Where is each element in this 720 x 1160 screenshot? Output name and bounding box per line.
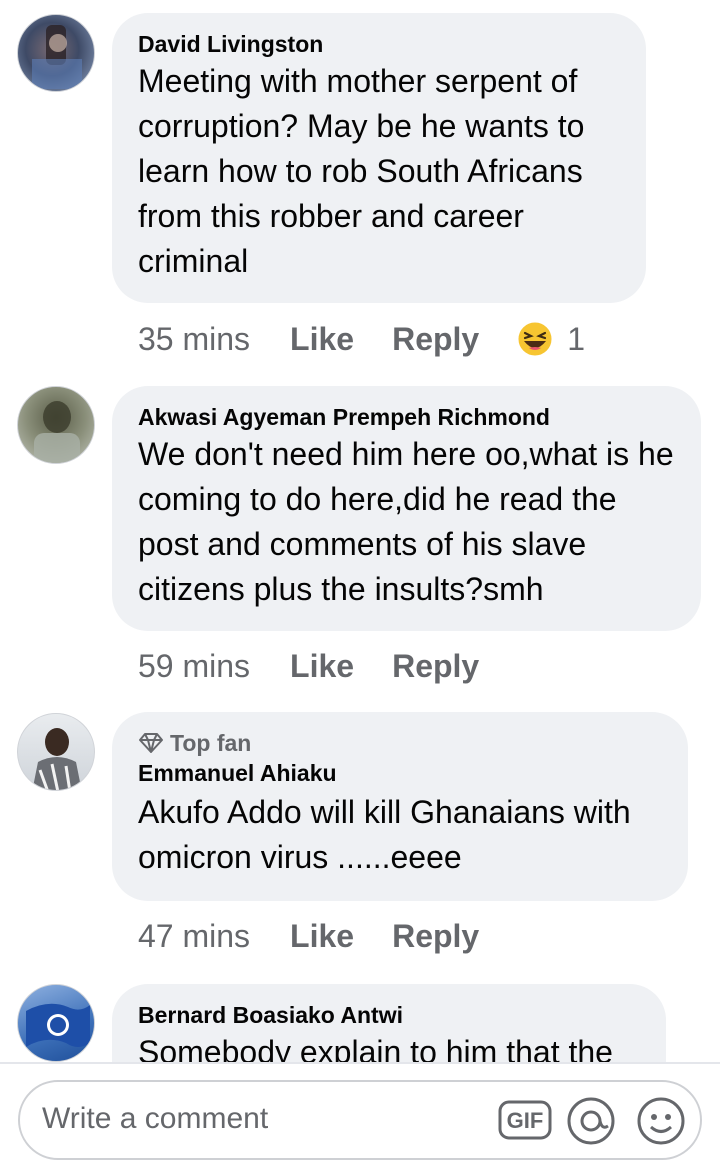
comment-actions: 35 mins Like Reply 1 — [138, 317, 585, 361]
avatar-photo-icon — [34, 401, 80, 463]
sticker-icon[interactable] — [566, 1096, 616, 1151]
svg-text:GIF: GIF — [507, 1108, 544, 1133]
avatar[interactable] — [17, 386, 95, 464]
comment-bubble: Top fan Emmanuel Ahiaku Akufo Addo will … — [112, 712, 688, 901]
comment-actions: 59 mins Like Reply — [138, 644, 517, 688]
like-button[interactable]: Like — [290, 321, 354, 358]
commenter-name[interactable]: David Livingston — [138, 29, 620, 59]
divider — [0, 1062, 720, 1064]
commenter-name[interactable]: Emmanuel Ahiaku — [138, 758, 662, 788]
like-button[interactable]: Like — [290, 648, 354, 685]
avatar-photo-icon — [32, 25, 82, 89]
comment-actions: 47 mins Like Reply — [138, 914, 517, 958]
commenter-name[interactable]: Bernard Boasiako Antwi — [138, 1000, 640, 1030]
reply-button[interactable]: Reply — [392, 918, 479, 955]
avatar-photo-icon — [32, 728, 82, 790]
avatar[interactable] — [17, 14, 95, 92]
comment-text: Meeting with mother serpent of corruptio… — [138, 63, 585, 279]
comment-text: We don't need him here oo,what is he com… — [138, 436, 674, 607]
comment-input[interactable]: Write a comment GIF — [18, 1080, 702, 1160]
diamond-icon — [139, 733, 163, 753]
comment-bubble: Akwasi Agyeman Prempeh Richmond We don't… — [112, 386, 701, 631]
flag-avatar-icon — [26, 1003, 90, 1047]
reply-button[interactable]: Reply — [392, 648, 479, 685]
emoji-icon[interactable] — [636, 1096, 686, 1151]
reaction-summary[interactable]: 1 — [517, 321, 585, 358]
timestamp[interactable]: 35 mins — [138, 321, 250, 358]
avatar[interactable] — [17, 713, 95, 791]
timestamp[interactable]: 59 mins — [138, 648, 250, 685]
top-fan-label: Top fan — [170, 730, 252, 756]
haha-reaction-icon — [517, 321, 553, 357]
avatar[interactable] — [17, 984, 95, 1062]
commenter-name[interactable]: Akwasi Agyeman Prempeh Richmond — [138, 402, 675, 432]
top-fan-badge: Top fan — [138, 728, 662, 758]
comment-text: Akufo Addo will kill Ghanaians with omic… — [138, 794, 631, 875]
reply-button[interactable]: Reply — [392, 321, 479, 358]
comment-input-placeholder: Write a comment — [42, 1102, 269, 1135]
gif-icon[interactable]: GIF — [498, 1096, 552, 1145]
comment-bubble: David Livingston Meeting with mother ser… — [112, 13, 646, 303]
timestamp[interactable]: 47 mins — [138, 918, 250, 955]
reaction-count: 1 — [567, 320, 586, 357]
like-button[interactable]: Like — [290, 918, 354, 955]
